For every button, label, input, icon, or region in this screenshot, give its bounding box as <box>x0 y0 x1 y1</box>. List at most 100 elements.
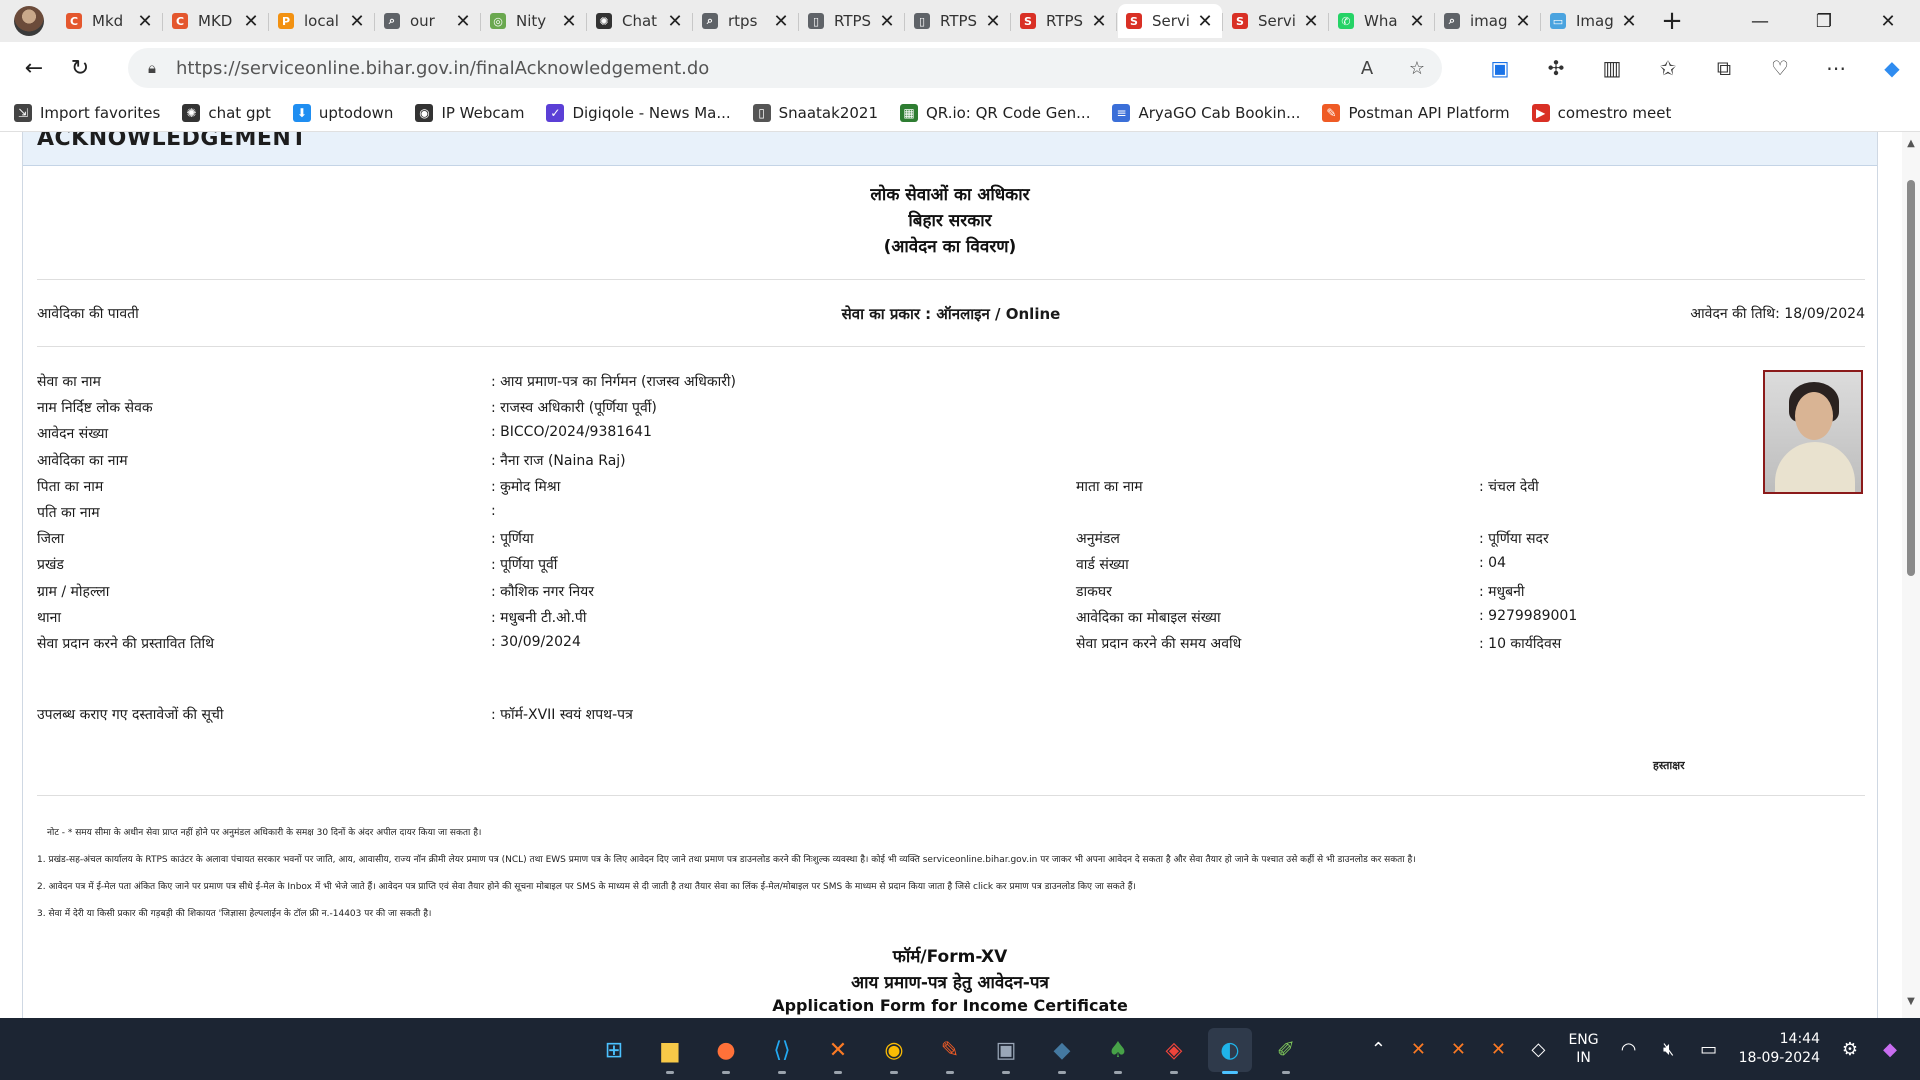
favorite-link[interactable]: ▶ comestro meet <box>1531 103 1671 122</box>
address-bar[interactable]: 🔒︎ https://serviceonline.bihar.gov.in/fi… <box>128 48 1442 88</box>
vscode-icon[interactable]: ⟨⟩ <box>760 1028 804 1074</box>
favorite-link[interactable]: ⇲ Import favorites <box>14 103 160 122</box>
browser-tab[interactable]: S RTPS ✕ <box>1010 4 1116 38</box>
running-indicator <box>1058 1071 1066 1074</box>
chrome-icon[interactable]: ◉ <box>872 1028 916 1074</box>
browser-tab[interactable]: C MKD ✕ <box>162 4 268 38</box>
profile-avatar[interactable] <box>14 6 44 36</box>
tab-title: Wha <box>1364 12 1398 30</box>
import-icon: ⇲ <box>14 103 32 122</box>
favorite-star-icon[interactable]: ☆ <box>1392 58 1442 79</box>
close-tab-icon[interactable]: ✕ <box>984 11 1002 32</box>
close-tab-icon[interactable]: ✕ <box>1514 11 1532 32</box>
xampp-tray-icon[interactable]: ✕ <box>1398 1039 1438 1060</box>
close-tab-icon[interactable]: ✕ <box>454 11 472 32</box>
firefox-icon[interactable]: ● <box>704 1028 748 1074</box>
edge-icon[interactable]: ◐ <box>1208 1028 1252 1074</box>
back-button[interactable]: ← <box>12 48 56 88</box>
running-indicator <box>666 1071 674 1074</box>
tray-app-icon[interactable]: ◇ <box>1518 1039 1558 1060</box>
more-menu-icon[interactable]: ⋯ <box>1808 56 1864 80</box>
close-tab-icon[interactable]: ✕ <box>348 11 366 32</box>
close-tab-icon[interactable]: ✕ <box>772 11 790 32</box>
read-aloud-icon[interactable]: A <box>1342 58 1392 79</box>
copilot-icon[interactable]: ◆ <box>1864 56 1920 80</box>
mongodb-icon[interactable]: ♠ <box>1096 1028 1140 1074</box>
running-indicator <box>1282 1071 1290 1074</box>
battery-icon[interactable]: ▭ <box>1689 1039 1729 1060</box>
copilot-tray-icon[interactable]: ◆ <box>1870 1039 1910 1060</box>
xampp-tray-icon[interactable]: ✕ <box>1478 1039 1518 1060</box>
settings-gear-icon[interactable]: ⚙ <box>1830 1039 1870 1060</box>
browser-tab[interactable]: ◎ Nity ✕ <box>480 4 586 38</box>
chevron-up-icon[interactable]: ⌃ <box>1358 1039 1398 1060</box>
browser-tab[interactable]: ✺ Chat ✕ <box>586 4 692 38</box>
browser-tab[interactable]: S Servi ✕ <box>1116 4 1222 38</box>
anydesk-icon[interactable]: ◈ <box>1152 1028 1196 1074</box>
favorite-label: Postman API Platform <box>1348 103 1510 122</box>
close-tab-icon[interactable]: ✕ <box>560 11 578 32</box>
browser-tab[interactable]: ✆ Wha ✕ <box>1328 4 1434 38</box>
close-window-button[interactable]: ✕ <box>1856 0 1920 42</box>
close-tab-icon[interactable]: ✕ <box>666 11 684 32</box>
favorites-icon[interactable]: ✩ <box>1640 56 1696 80</box>
start-icon[interactable]: ⊞ <box>592 1028 636 1072</box>
close-tab-icon[interactable]: ✕ <box>1302 11 1320 32</box>
browser-tab[interactable]: ⌕ imag ✕ <box>1434 4 1540 38</box>
file-explorer-icon[interactable]: ▆ <box>648 1028 692 1074</box>
favorite-link[interactable]: ◉ IP Webcam <box>415 103 524 122</box>
maximize-button[interactable]: ❐ <box>1792 0 1856 42</box>
refresh-button[interactable]: ↻ <box>58 48 102 88</box>
store-icon[interactable]: ▣ <box>984 1028 1028 1074</box>
close-tab-icon[interactable]: ✕ <box>1090 11 1108 32</box>
favorite-link[interactable]: ⬇ uptodown <box>292 103 393 122</box>
new-tab-button[interactable]: + <box>1652 6 1692 36</box>
scroll-up-arrow[interactable]: ▲ <box>1902 138 1920 156</box>
split-screen-icon[interactable]: ▥ <box>1584 56 1640 80</box>
favorite-link[interactable]: ≡ AryaGO Cab Bookin... <box>1112 103 1300 122</box>
favorite-link[interactable]: ✺ chat gpt <box>182 103 271 122</box>
favorite-link[interactable]: ✓ Digiqole - News Ma... <box>546 103 731 122</box>
wifi-icon[interactable]: ◠ <box>1609 1039 1649 1060</box>
collections-icon[interactable]: ⧉ <box>1696 56 1752 80</box>
scroll-thumb[interactable] <box>1907 180 1915 576</box>
close-tab-icon[interactable]: ✕ <box>1408 11 1426 32</box>
extension-icon[interactable]: ▣ <box>1472 56 1528 80</box>
chatgpt-icon: ✺ <box>182 103 201 122</box>
browser-tab[interactable]: ▯ RTPS ✕ <box>904 4 1010 38</box>
browser-essentials-icon[interactable]: ♡ <box>1752 56 1808 80</box>
close-tab-icon[interactable]: ✕ <box>136 11 154 32</box>
minimize-button[interactable]: — <box>1728 0 1792 42</box>
close-tab-icon[interactable]: ✕ <box>1620 11 1638 32</box>
lock-icon[interactable]: 🔒︎ <box>128 59 176 77</box>
favorite-link[interactable]: ▦ QR.io: QR Code Gen... <box>900 103 1090 122</box>
xampp-tray-icon[interactable]: ✕ <box>1438 1039 1478 1060</box>
xampp-icon[interactable]: ✕ <box>816 1028 860 1074</box>
favorite-link[interactable]: ▯ Snaatak2021 <box>752 103 878 122</box>
browser-tab[interactable]: S Servi ✕ <box>1222 4 1328 38</box>
favorite-link[interactable]: ✎ Postman API Platform <box>1322 103 1510 122</box>
mysql-workbench-icon[interactable]: ◆ <box>1040 1028 1084 1074</box>
language-indicator[interactable]: ENG IN <box>1568 1031 1598 1067</box>
scroll-down-arrow[interactable]: ▼ <box>1902 996 1920 1014</box>
paint-icon[interactable]: ✐ <box>1264 1028 1308 1074</box>
browser-tab[interactable]: Plocal ✕ <box>268 4 374 38</box>
close-tab-icon[interactable]: ✕ <box>242 11 260 32</box>
browser-tab[interactable]: ▭ Imag ✕ <box>1540 4 1646 38</box>
browser-tab[interactable]: ▯ RTPS ✕ <box>798 4 904 38</box>
browser-tab[interactable]: ⌕ our ✕ <box>374 4 480 38</box>
extensions-puzzle-icon[interactable]: ✣ <box>1528 56 1584 80</box>
tab-title: Nity <box>516 12 547 30</box>
field-label: आवेदिका का नाम <box>37 452 128 469</box>
clock[interactable]: 14:44 18-09-2024 <box>1739 1030 1820 1068</box>
vertical-scrollbar[interactable]: ▲ ▼ <box>1902 132 1920 1018</box>
volume-muted-icon[interactable]: 🔇︎ <box>1649 1039 1689 1060</box>
page-icon: ▯ <box>914 13 930 29</box>
close-tab-icon[interactable]: ✕ <box>1196 11 1214 32</box>
browser-tab[interactable]: ⌕ rtps ✕ <box>692 4 798 38</box>
postman-icon[interactable]: ✎ <box>928 1028 972 1074</box>
browser-tab[interactable]: C Mkd ✕ <box>58 4 162 38</box>
running-indicator <box>1114 1071 1122 1074</box>
close-tab-icon[interactable]: ✕ <box>878 11 896 32</box>
url-text[interactable]: https://serviceonline.bihar.gov.in/final… <box>176 58 1342 79</box>
